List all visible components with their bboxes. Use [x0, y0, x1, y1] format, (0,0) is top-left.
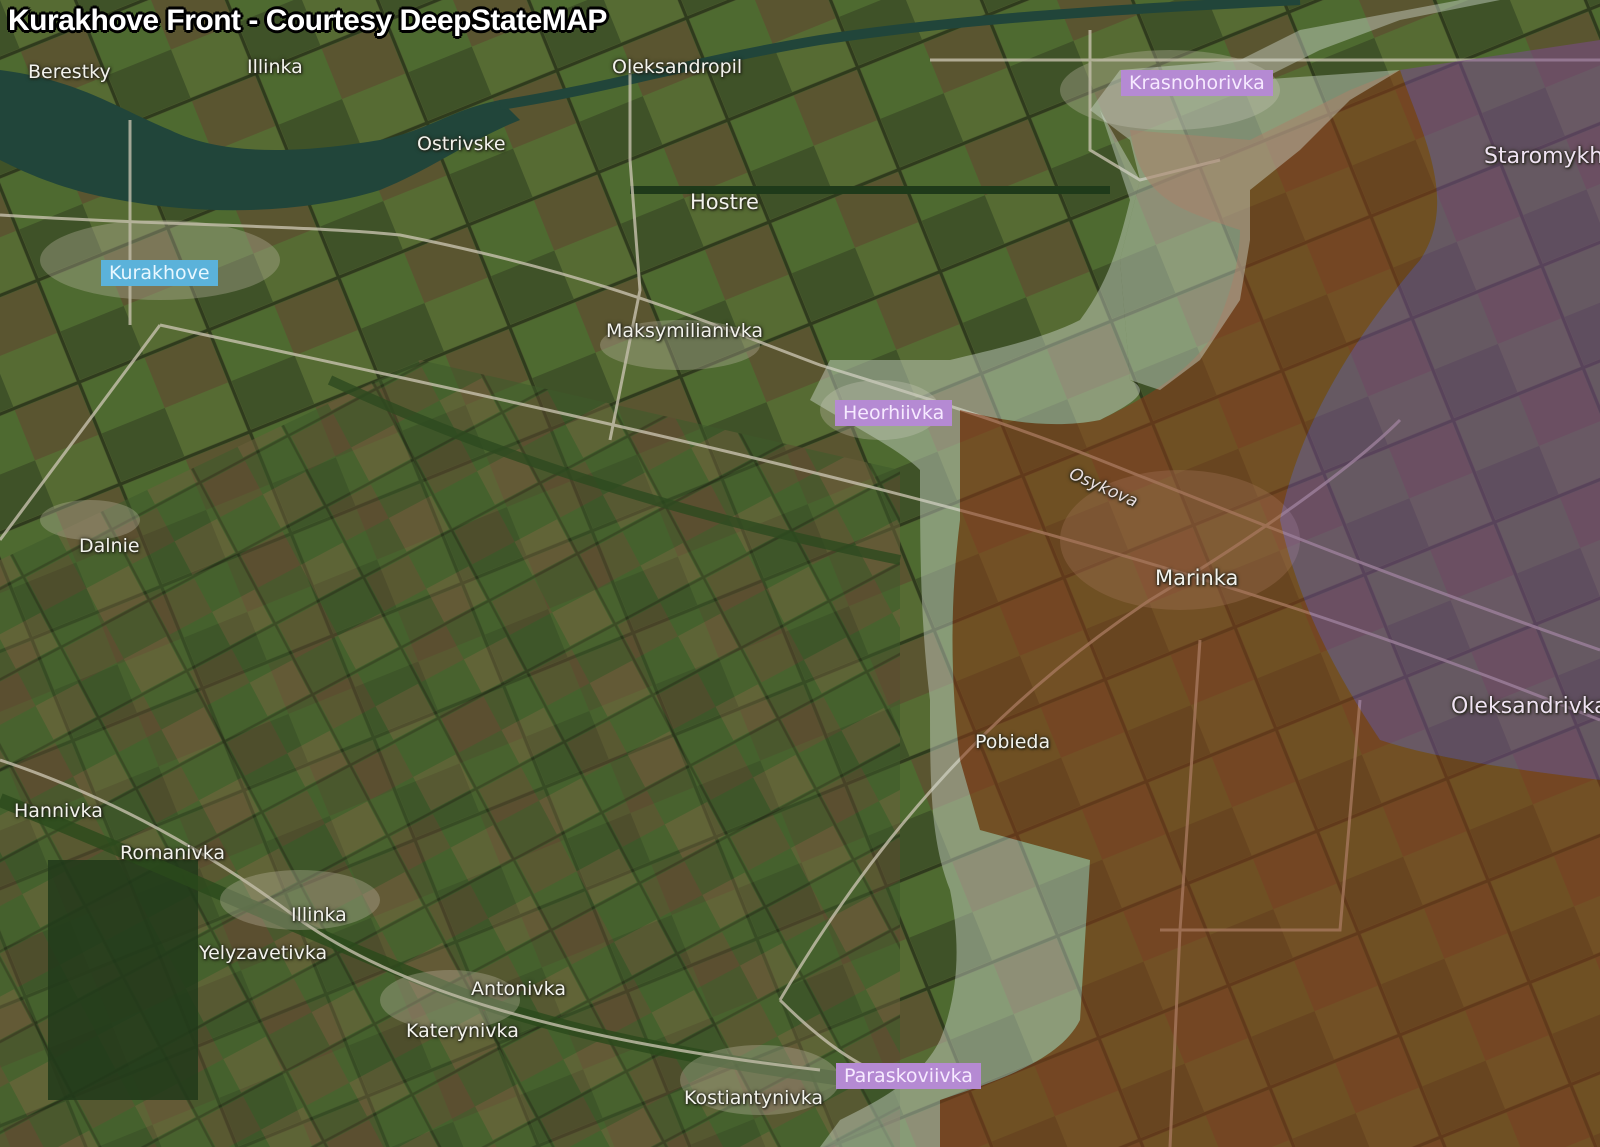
place-yelyzavetivka[interactable]: Yelyzavetivka [199, 942, 327, 964]
place-kurakhove[interactable]: Kurakhove [101, 260, 218, 286]
map-title: Kurakhove Front - Courtesy DeepStateMAP [8, 4, 607, 37]
place-katerynivka[interactable]: Katerynivka [406, 1020, 519, 1042]
place-maksymilianivka[interactable]: Maksymilianivka [606, 320, 763, 342]
place-marinka[interactable]: Marinka [1155, 566, 1238, 590]
place-antonivka[interactable]: Antonivka [471, 978, 566, 1000]
place-romanivka[interactable]: Romanivka [120, 842, 225, 864]
place-paraskoviivka[interactable]: Paraskoviivka [836, 1063, 981, 1089]
place-pobieda[interactable]: Pobieda [975, 731, 1050, 753]
place-kostiantynivka[interactable]: Kostiantynivka [684, 1087, 823, 1109]
place-krasnohorivka[interactable]: Krasnohorivka [1121, 70, 1273, 96]
place-hostre[interactable]: Hostre [690, 190, 759, 214]
place-berestky[interactable]: Berestky [28, 61, 111, 83]
place-heorhiivka[interactable]: Heorhiivka [835, 400, 953, 426]
place-staromykhailivka[interactable]: Staromykh [1484, 144, 1600, 169]
control-zones-layer [810, 0, 1600, 1147]
place-ostrivske[interactable]: Ostrivske [417, 133, 506, 155]
map-canvas[interactable]: Berestky Illinka Oleksandropil Ostrivske… [0, 0, 1600, 1147]
place-oleksandrivka[interactable]: Oleksandrivka [1451, 694, 1600, 719]
place-dalnie[interactable]: Dalnie [79, 535, 140, 557]
place-oleksandropil[interactable]: Oleksandropil [612, 56, 742, 78]
place-hannivka[interactable]: Hannivka [14, 800, 103, 822]
place-illinka-north[interactable]: Illinka [247, 56, 303, 78]
place-illinka-south[interactable]: Illinka [291, 904, 347, 926]
